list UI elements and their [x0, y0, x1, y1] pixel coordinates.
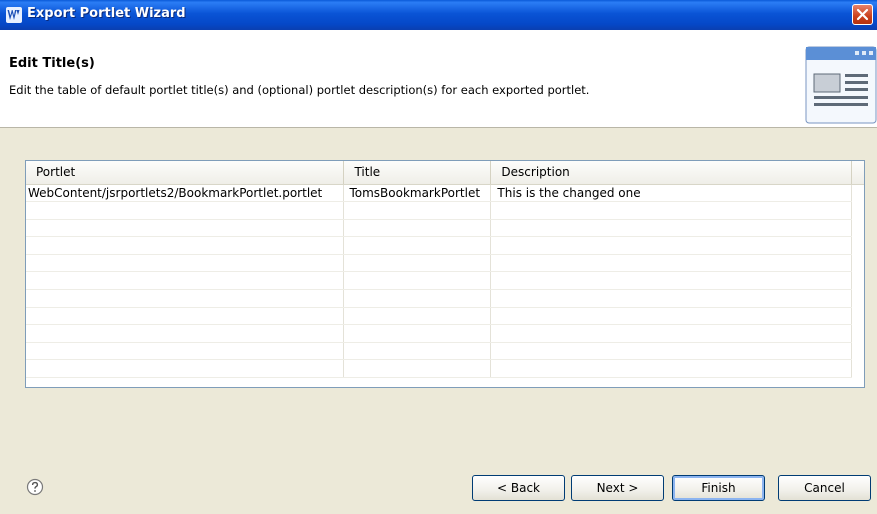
- empty-row: [26, 254, 852, 273]
- window-title: Export Portlet Wizard: [27, 6, 186, 21]
- table-header-row: Portlet Title Description: [26, 161, 852, 185]
- empty-row: [26, 219, 852, 238]
- empty-row: [26, 307, 852, 326]
- page-description: Edit the table of default portlet title(…: [9, 83, 590, 97]
- title-bar[interactable]: Export Portlet Wizard: [0, 0, 877, 30]
- title-cell[interactable]: TomsBookmarkPortlet: [343, 184, 492, 203]
- close-icon: [856, 8, 869, 21]
- empty-row: [26, 201, 852, 220]
- description-cell[interactable]: This is the changed one: [490, 184, 852, 203]
- empty-row: [26, 236, 852, 255]
- help-icon[interactable]: [26, 478, 44, 496]
- column-header-title[interactable]: Title: [343, 161, 492, 185]
- portlet-cell[interactable]: WebContent/jsrportlets2/BookmarkPortlet.…: [26, 184, 345, 203]
- portlet-window-icon: [805, 46, 877, 124]
- table-row[interactable]: WebContent/jsrportlets2/BookmarkPortlet.…: [26, 184, 852, 203]
- column-header-description[interactable]: Description: [490, 161, 852, 185]
- empty-row: [26, 324, 852, 343]
- empty-row: [26, 289, 852, 308]
- websphere-w-icon: [6, 7, 22, 23]
- close-button[interactable]: [852, 4, 873, 25]
- next-button[interactable]: Next >: [571, 475, 664, 501]
- wizard-header: Edit Title(s) Edit the table of default …: [0, 30, 877, 128]
- finish-button[interactable]: Finish: [672, 475, 765, 501]
- empty-row: [26, 271, 852, 291]
- export-portlet-wizard-window: Export Portlet Wizard Edit Title(s) Edit…: [0, 0, 877, 514]
- back-button[interactable]: < Back: [472, 475, 565, 501]
- empty-row: [26, 342, 852, 361]
- cancel-button[interactable]: Cancel: [778, 475, 871, 501]
- header-filler: [852, 161, 864, 185]
- page-title: Edit Title(s): [9, 56, 95, 71]
- column-header-portlet[interactable]: Portlet: [26, 161, 345, 185]
- empty-row: [26, 359, 852, 379]
- portlet-titles-table[interactable]: Portlet Title Description WebContent/jsr…: [25, 160, 865, 388]
